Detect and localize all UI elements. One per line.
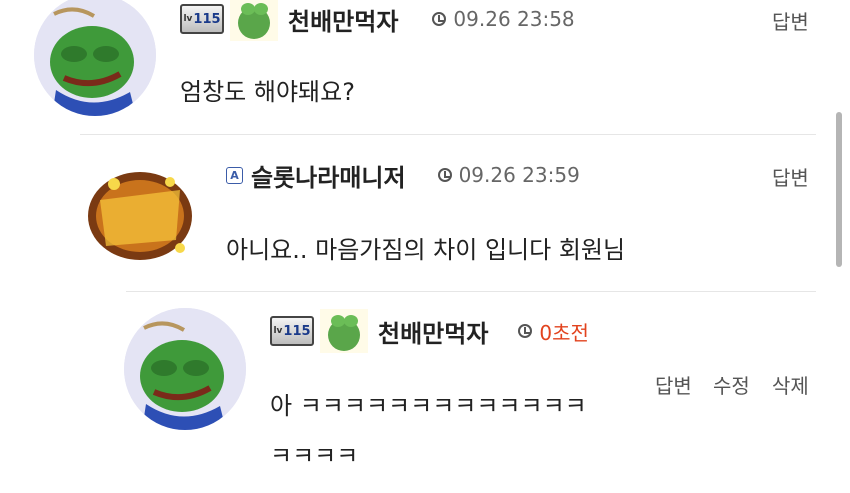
scrollbar[interactable] bbox=[836, 112, 842, 267]
divider bbox=[126, 291, 816, 292]
level-badge: lv 115 bbox=[270, 316, 314, 346]
author-name[interactable]: 천배만먹자 bbox=[378, 314, 488, 349]
comment-text-line-2: ㅋㅋㅋㅋ bbox=[270, 442, 359, 470]
avatar[interactable] bbox=[124, 308, 246, 430]
clock-icon bbox=[437, 168, 452, 182]
comment-text: 아니요.. 마음가짐의 차이 입니다 회원님 bbox=[226, 236, 626, 264]
edit-button[interactable]: 수정 bbox=[713, 370, 750, 399]
timestamp: 09.26 23:59 bbox=[437, 163, 580, 187]
timestamp: 09.26 23:58 bbox=[432, 7, 575, 31]
admin-badge: A bbox=[226, 166, 243, 184]
slotnara-logo-icon bbox=[80, 160, 202, 270]
reply-button[interactable]: 답변 bbox=[772, 162, 809, 191]
comment-text: 엄창도 해야돼요? bbox=[180, 78, 355, 106]
clock-icon bbox=[518, 324, 533, 338]
timestamp: 0초전 bbox=[518, 317, 589, 346]
avatar[interactable] bbox=[34, 0, 156, 116]
frog-emblem-icon bbox=[320, 309, 368, 353]
author-name[interactable]: 슬롯나라매니저 bbox=[251, 158, 406, 193]
avatar[interactable] bbox=[80, 160, 202, 270]
level-badge: lv 115 bbox=[180, 4, 224, 34]
reply-button[interactable]: 답변 bbox=[655, 370, 692, 399]
delete-button[interactable]: 삭제 bbox=[772, 370, 809, 399]
frog-emblem-icon bbox=[230, 0, 278, 41]
frog-avatar-icon bbox=[124, 308, 246, 430]
divider bbox=[80, 134, 816, 135]
clock-icon bbox=[432, 12, 447, 26]
author-name[interactable]: 천배만먹자 bbox=[288, 2, 398, 37]
comment-text-line-1: 아 ㅋㅋㅋㅋㅋㅋㅋㅋㅋㅋㅋㅋㅋ bbox=[270, 392, 587, 420]
frog-avatar-icon bbox=[34, 0, 156, 116]
reply-button[interactable]: 답변 bbox=[772, 6, 809, 35]
